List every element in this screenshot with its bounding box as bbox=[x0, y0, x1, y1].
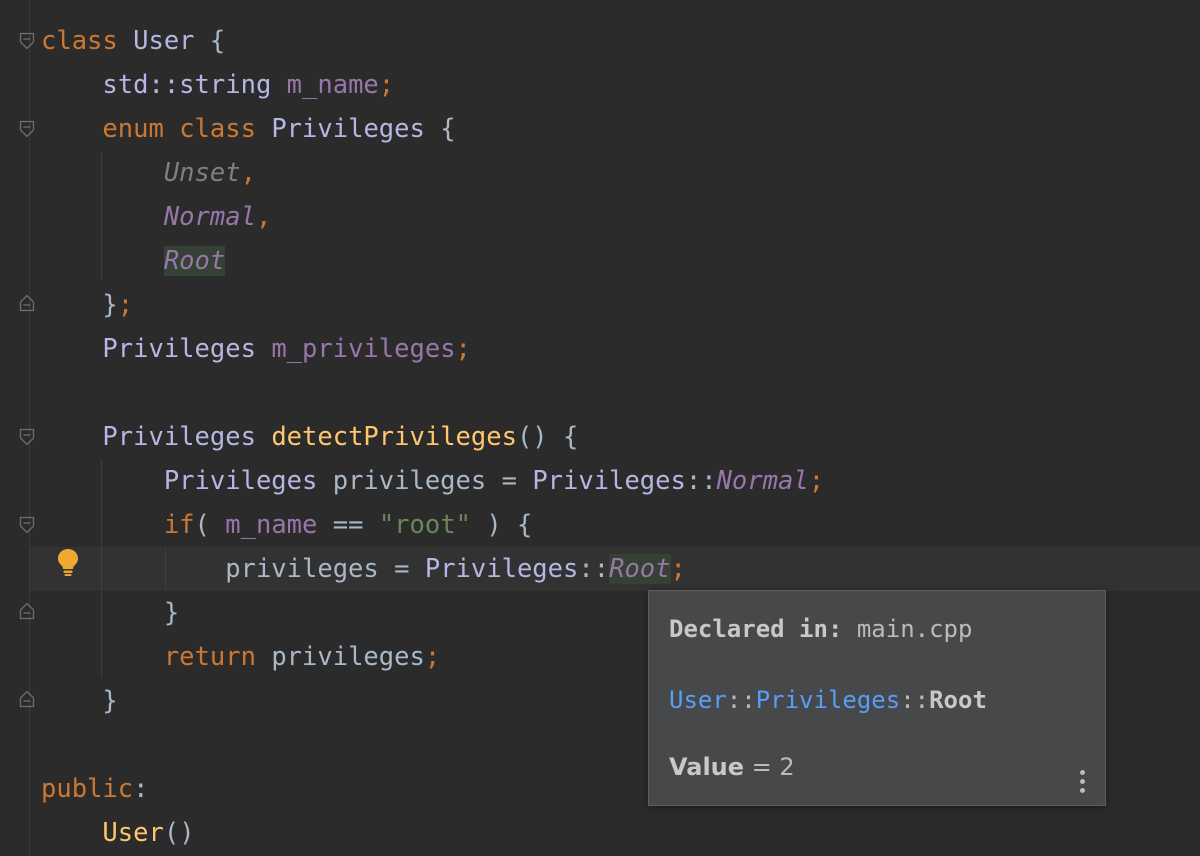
enum-constant: Normal bbox=[163, 202, 256, 232]
code-line-14[interactable]: } bbox=[41, 591, 179, 635]
semicolon: ; bbox=[455, 334, 471, 364]
comma: , bbox=[255, 202, 272, 232]
code-line-8[interactable]: Privileges m_privileges; bbox=[41, 327, 471, 371]
code-line-1[interactable]: class User { bbox=[41, 19, 225, 63]
operator: = bbox=[501, 466, 517, 496]
brace: } bbox=[163, 598, 180, 628]
punctuation: ) { bbox=[486, 510, 533, 540]
colon: : bbox=[133, 774, 149, 804]
more-options-icon[interactable] bbox=[1075, 767, 1089, 797]
declared-in-row: Declared in: main.cpp bbox=[669, 615, 972, 643]
declared-in-label: Declared in: bbox=[669, 615, 843, 643]
fold-start-icon[interactable] bbox=[19, 32, 35, 50]
type-name: Privileges bbox=[163, 466, 318, 496]
semicolon: ; bbox=[424, 642, 441, 672]
class-name: Privileges bbox=[271, 114, 425, 144]
function-name: detectPrivileges bbox=[271, 422, 517, 452]
code-line-10[interactable]: Privileges detectPrivileges() { bbox=[41, 415, 578, 459]
value-text: = 2 bbox=[744, 753, 795, 781]
scope-name: Privileges bbox=[424, 554, 579, 584]
enum-constant-highlighted: Root bbox=[163, 246, 226, 276]
keyword: class bbox=[179, 114, 256, 144]
fold-end-icon[interactable] bbox=[19, 602, 35, 620]
punctuation: () { bbox=[516, 422, 579, 452]
fold-start-icon[interactable] bbox=[19, 120, 35, 138]
operator: == bbox=[332, 510, 364, 540]
code-line-11[interactable]: Privileges privileges = Privileges::Norm… bbox=[41, 459, 824, 503]
semicolon: ; bbox=[808, 466, 825, 496]
field-name: m_name bbox=[286, 70, 379, 100]
path-link-privileges[interactable]: Privileges bbox=[756, 686, 901, 714]
field-name: m_name bbox=[225, 510, 318, 540]
quick-documentation-popup[interactable]: Declared in: main.cpp User::Privileges::… bbox=[648, 590, 1106, 806]
value-row: Value = 2 bbox=[669, 753, 795, 781]
symbol-path-row: User::Privileges::Root bbox=[669, 686, 987, 714]
type-name: std::string bbox=[102, 70, 272, 100]
code-line-16[interactable]: } bbox=[41, 679, 118, 723]
keyword: enum bbox=[102, 114, 164, 144]
declared-file: main.cpp bbox=[856, 615, 973, 643]
field-name: m_privileges bbox=[271, 334, 456, 364]
type-name: Privileges bbox=[102, 334, 256, 364]
enum-constant: Unset bbox=[163, 158, 241, 188]
code-line-5[interactable]: Normal, bbox=[41, 195, 271, 239]
variable-name: privileges bbox=[332, 466, 487, 496]
semicolon: ; bbox=[117, 290, 134, 320]
code-line-2[interactable]: std::string m_name; bbox=[41, 63, 394, 107]
fold-start-icon[interactable] bbox=[19, 428, 35, 446]
code-line-18[interactable]: public: bbox=[41, 767, 148, 811]
symbol-name: Root bbox=[929, 686, 987, 714]
code-line-4[interactable]: Unset, bbox=[41, 151, 256, 195]
code-line-3[interactable]: enum class Privileges { bbox=[41, 107, 456, 151]
semicolon: ; bbox=[670, 554, 686, 584]
scope-separator: :: bbox=[578, 554, 610, 584]
punctuation: () bbox=[163, 818, 195, 848]
code-line-15[interactable]: return privileges; bbox=[41, 635, 440, 679]
path-link-user[interactable]: User bbox=[669, 686, 727, 714]
code-line-19[interactable]: User() bbox=[41, 811, 195, 855]
enum-constant: Normal bbox=[716, 466, 809, 496]
fold-start-icon[interactable] bbox=[19, 516, 35, 534]
variable-name: privileges bbox=[225, 554, 379, 584]
brace: } bbox=[102, 290, 118, 320]
keyword: return bbox=[163, 642, 256, 672]
variable-name: privileges bbox=[271, 642, 425, 672]
fold-end-icon[interactable] bbox=[19, 690, 35, 708]
path-separator: :: bbox=[900, 686, 930, 714]
brace: { bbox=[440, 114, 456, 144]
type-name: Privileges bbox=[102, 422, 256, 452]
value-label: Value bbox=[669, 753, 745, 781]
punctuation: ( bbox=[194, 510, 210, 540]
string-literal: "root" bbox=[378, 510, 471, 540]
comma: , bbox=[240, 158, 256, 188]
class-name: User bbox=[133, 26, 195, 56]
scope-separator: :: bbox=[685, 466, 717, 496]
brace: } bbox=[102, 686, 118, 716]
keyword: public bbox=[41, 774, 134, 804]
code-line-7[interactable]: }; bbox=[41, 283, 133, 327]
operator: = bbox=[394, 554, 410, 584]
keyword: if bbox=[163, 510, 195, 540]
scope-name: Privileges bbox=[532, 466, 686, 496]
enum-constant-highlighted[interactable]: Root bbox=[609, 554, 671, 584]
brace: { bbox=[209, 26, 226, 56]
keyword: class bbox=[41, 26, 118, 56]
fold-end-icon[interactable] bbox=[19, 294, 35, 312]
code-line-6[interactable]: Root bbox=[41, 239, 226, 283]
semicolon: ; bbox=[378, 70, 395, 100]
code-line-12[interactable]: if( m_name == "root" ) { bbox=[41, 503, 533, 547]
constructor-name: User bbox=[102, 818, 164, 848]
path-separator: :: bbox=[726, 686, 756, 714]
code-line-13[interactable]: privileges = Privileges::Root; bbox=[41, 547, 686, 591]
